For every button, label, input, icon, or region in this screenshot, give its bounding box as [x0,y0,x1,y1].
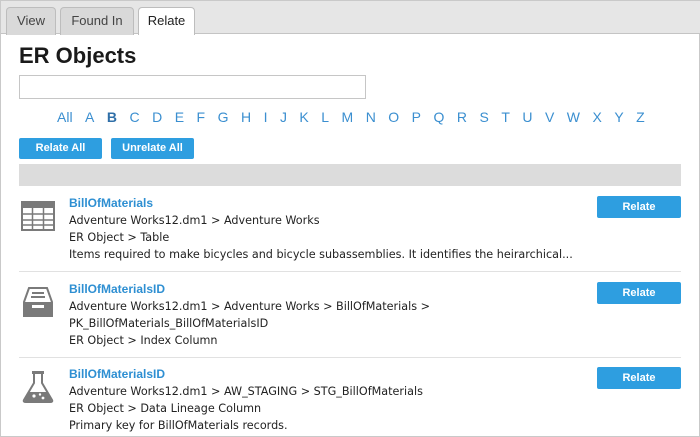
result-item: BillOfMaterials Adventure Works12.dm1 > … [19,187,681,272]
alpha-s[interactable]: S [479,109,488,125]
result-item: BillOfMaterialsID Adventure Works12.dm1 … [19,358,681,437]
item-type: ER Object > Index Column [69,334,218,347]
relate-panel: View Found In Relate ER Objects All A B … [0,0,700,437]
alpha-p[interactable]: P [412,109,421,125]
table-icon [21,201,55,231]
item-name-link[interactable]: BillOfMaterials [69,196,153,210]
alpha-n[interactable]: N [366,109,376,125]
alphabet-filter: All A B C D E F G H I J K L M N O P Q R … [57,109,653,125]
alpha-z[interactable]: Z [636,109,645,125]
tab-found-in[interactable]: Found In [60,7,134,35]
item-description: Primary key for BillOfMaterials records. [69,419,288,432]
alpha-f[interactable]: F [197,109,206,125]
item-name-link[interactable]: BillOfMaterialsID [69,282,165,296]
alpha-v[interactable]: V [545,109,554,125]
index-column-icon [23,287,53,317]
alpha-h[interactable]: H [241,109,251,125]
relate-button[interactable]: Relate [597,282,681,304]
alpha-l[interactable]: L [321,109,329,125]
alpha-c[interactable]: C [129,109,139,125]
item-path: Adventure Works12.dm1 > Adventure Works [69,214,320,227]
item-description: Items required to make bicycles and bicy… [69,248,573,261]
item-type: ER Object > Table [69,231,170,244]
alpha-y[interactable]: Y [614,109,623,125]
relate-button[interactable]: Relate [597,367,681,389]
alpha-k[interactable]: K [299,109,308,125]
alpha-x[interactable]: X [593,109,602,125]
alpha-m[interactable]: M [342,109,354,125]
item-name-link[interactable]: BillOfMaterialsID [69,367,165,381]
alpha-q[interactable]: Q [434,109,445,125]
tab-view[interactable]: View [6,7,56,35]
alpha-w[interactable]: W [567,109,580,125]
item-type: ER Object > Data Lineage Column [69,402,262,415]
result-item: BillOfMaterialsID Adventure Works12.dm1 … [19,273,681,358]
alpha-o[interactable]: O [388,109,399,125]
search-input[interactable] [19,75,366,99]
alpha-t[interactable]: T [501,109,510,125]
item-path-continued: PK_BillOfMaterials_BillOfMaterialsID [69,317,269,330]
relate-button[interactable]: Relate [597,196,681,218]
page-title: ER Objects [19,43,137,68]
tab-bar: View Found In Relate [1,1,700,35]
relate-all-button[interactable]: Relate All [19,138,102,159]
alpha-r[interactable]: R [457,109,467,125]
tab-relate[interactable]: Relate [138,7,195,35]
alpha-g[interactable]: G [218,109,229,125]
alpha-a[interactable]: A [85,109,94,125]
alpha-j[interactable]: J [280,109,287,125]
alpha-i[interactable]: I [264,109,268,125]
flask-icon [22,371,54,403]
alpha-e[interactable]: E [175,109,184,125]
alpha-u[interactable]: U [522,109,532,125]
alpha-all[interactable]: All [57,109,73,125]
results-header-band [19,164,681,186]
alpha-d[interactable]: D [152,109,162,125]
alpha-b[interactable]: B [107,109,117,125]
item-path: Adventure Works12.dm1 > AW_STAGING > STG… [69,385,423,398]
unrelate-all-button[interactable]: Unrelate All [111,138,194,159]
item-path: Adventure Works12.dm1 > Adventure Works … [69,300,430,313]
